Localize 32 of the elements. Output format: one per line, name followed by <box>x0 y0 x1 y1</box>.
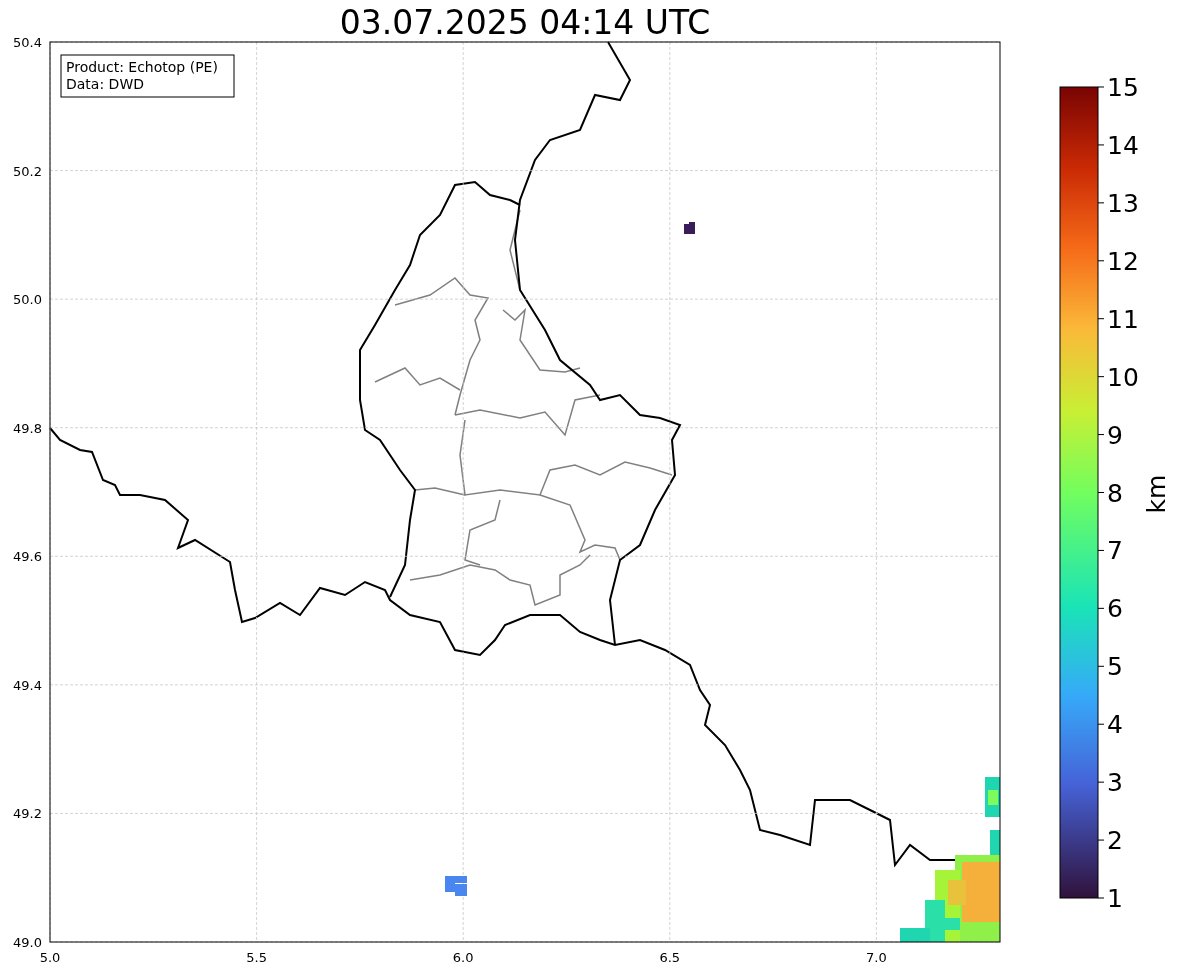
axis-tick-label: 6.0 <box>452 950 474 965</box>
colorbar-tick-label: 6 <box>1107 594 1123 624</box>
colorbar-tick-label: 4 <box>1107 710 1123 740</box>
axis-tick-label: 7.0 <box>866 950 887 965</box>
colorbar-tick-label: 10 <box>1107 362 1139 392</box>
colorbar-tick-label: 13 <box>1107 188 1139 218</box>
axis-tick-label: 49.4 <box>13 677 42 693</box>
colorbar-tick-label: 9 <box>1107 420 1123 450</box>
axis-tick-label: 6.5 <box>659 950 681 965</box>
colorbar-tick-label: 15 <box>1107 73 1139 102</box>
colorbar-tick-label: 7 <box>1107 536 1123 566</box>
axis-tick-label: 5.5 <box>246 950 267 965</box>
axis-tick-label: 49.8 <box>13 420 42 436</box>
colorbar-label: km <box>1142 474 1171 514</box>
legend-text: Product: Echotop (PE) <box>66 59 218 75</box>
colorbar-tick-label: 8 <box>1107 478 1123 508</box>
axis-tick-label: 49.2 <box>13 806 42 822</box>
colorbar-tick-label: 14 <box>1107 130 1139 160</box>
colorbar-tick-label: 11 <box>1107 304 1139 334</box>
axis-tick-label: 49.0 <box>13 935 42 950</box>
colorbar-tick-label: 2 <box>1107 826 1123 856</box>
colorbar-tick-label: 12 <box>1107 246 1139 276</box>
axis-tick-label: 50.4 <box>13 35 42 50</box>
axis-tick-label: 49.6 <box>13 549 42 565</box>
chart-title: 03.07.2025 04:14 UTC <box>339 3 711 42</box>
axis-tick-label: 50.2 <box>13 163 42 179</box>
axis-tick-label: 50.0 <box>13 292 42 308</box>
colorbar-tick-label: 5 <box>1107 652 1123 682</box>
legend-text: Data: DWD <box>66 76 144 92</box>
axis-tick-label: 5.0 <box>39 950 61 965</box>
colorbar-tick-label: 3 <box>1107 768 1123 798</box>
colorbar-tick-label: 1 <box>1107 884 1123 913</box>
